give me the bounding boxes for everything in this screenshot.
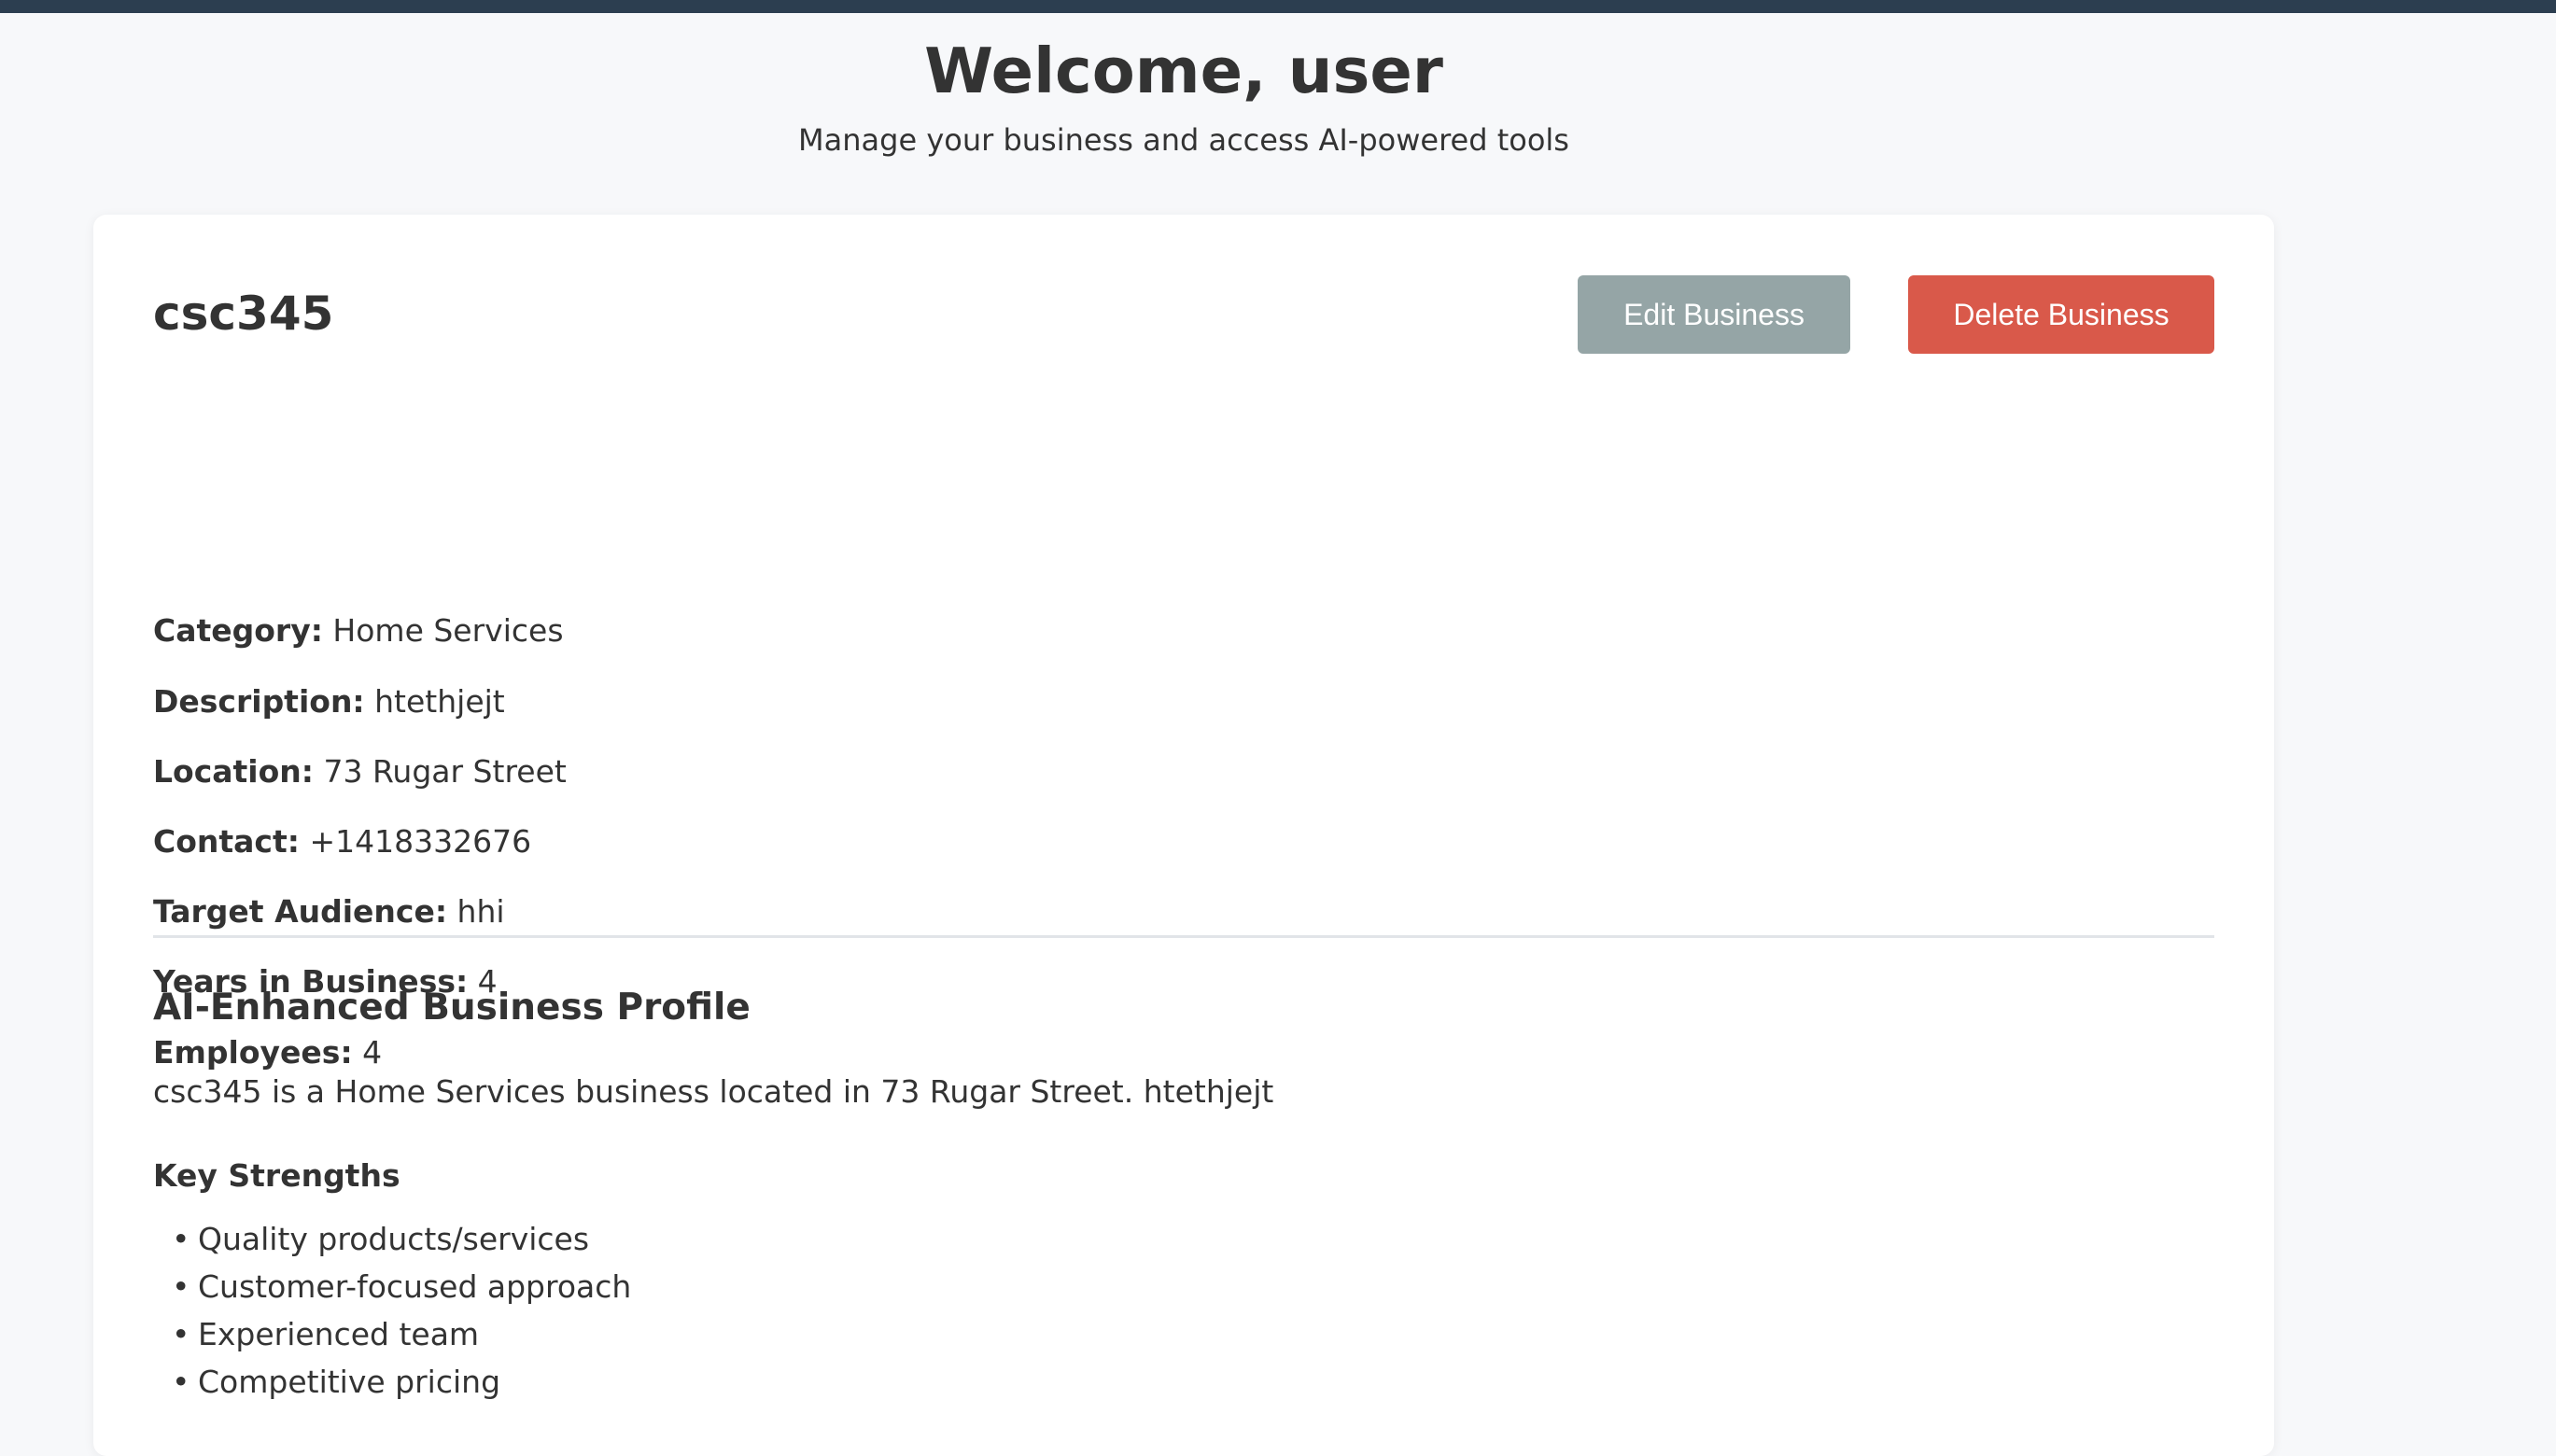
list-item: • Quality products/services bbox=[153, 1219, 631, 1267]
detail-value: 4 bbox=[362, 1034, 383, 1071]
detail-label: Description: bbox=[153, 683, 365, 720]
bullet-icon: • bbox=[172, 1221, 190, 1257]
detail-value: +1418332676 bbox=[309, 823, 532, 860]
detail-value: Home Services bbox=[332, 612, 564, 649]
edit-business-button[interactable]: Edit Business bbox=[1578, 275, 1850, 354]
key-strengths-title: Key Strengths bbox=[153, 1157, 400, 1194]
list-item: • Customer-focused approach bbox=[153, 1267, 631, 1314]
detail-value: hhi bbox=[456, 893, 505, 930]
detail-description: Description: htethjejt bbox=[153, 681, 505, 722]
key-strengths-list: • Quality products/services • Customer-f… bbox=[153, 1219, 631, 1409]
bullet-icon: • bbox=[172, 1268, 190, 1305]
list-item: • Competitive pricing bbox=[153, 1362, 631, 1409]
detail-label: Category: bbox=[153, 612, 323, 649]
strength-text: Customer-focused approach bbox=[198, 1268, 632, 1305]
strength-text: Quality products/services bbox=[198, 1221, 590, 1257]
detail-value: htethjejt bbox=[374, 683, 505, 720]
page-subtitle: Manage your business and access AI-power… bbox=[798, 122, 1569, 158]
detail-contact: Contact: +1418332676 bbox=[153, 821, 531, 862]
section-divider bbox=[153, 935, 2214, 938]
detail-category: Category: Home Services bbox=[153, 610, 564, 651]
ai-profile-title: AI-Enhanced Business Profile bbox=[153, 987, 751, 1029]
business-name: csc345 bbox=[153, 287, 334, 341]
strength-text: Experienced team bbox=[198, 1316, 480, 1352]
strength-text: Competitive pricing bbox=[198, 1364, 501, 1400]
detail-employees: Employees: 4 bbox=[153, 1032, 382, 1073]
page-header: Welcome, user Manage your business and a… bbox=[0, 13, 2367, 161]
detail-label: Contact: bbox=[153, 823, 300, 860]
detail-label: Employees: bbox=[153, 1034, 353, 1071]
ai-profile-summary: csc345 is a Home Services business locat… bbox=[153, 1073, 1274, 1110]
bullet-icon: • bbox=[172, 1364, 190, 1400]
bullet-icon: • bbox=[172, 1316, 190, 1352]
list-item: • Experienced team bbox=[153, 1314, 631, 1362]
page-title: Welcome, user bbox=[924, 35, 1443, 107]
business-card: csc345 Edit Business Delete Business Cat… bbox=[93, 215, 2274, 1456]
detail-label: Target Audience: bbox=[153, 893, 448, 930]
delete-business-button[interactable]: Delete Business bbox=[1908, 275, 2214, 354]
detail-label: Location: bbox=[153, 753, 314, 790]
detail-target-audience: Target Audience: hhi bbox=[153, 891, 505, 932]
top-nav-bar bbox=[0, 0, 2556, 13]
detail-value: 73 Rugar Street bbox=[323, 753, 567, 790]
detail-location: Location: 73 Rugar Street bbox=[153, 751, 567, 792]
